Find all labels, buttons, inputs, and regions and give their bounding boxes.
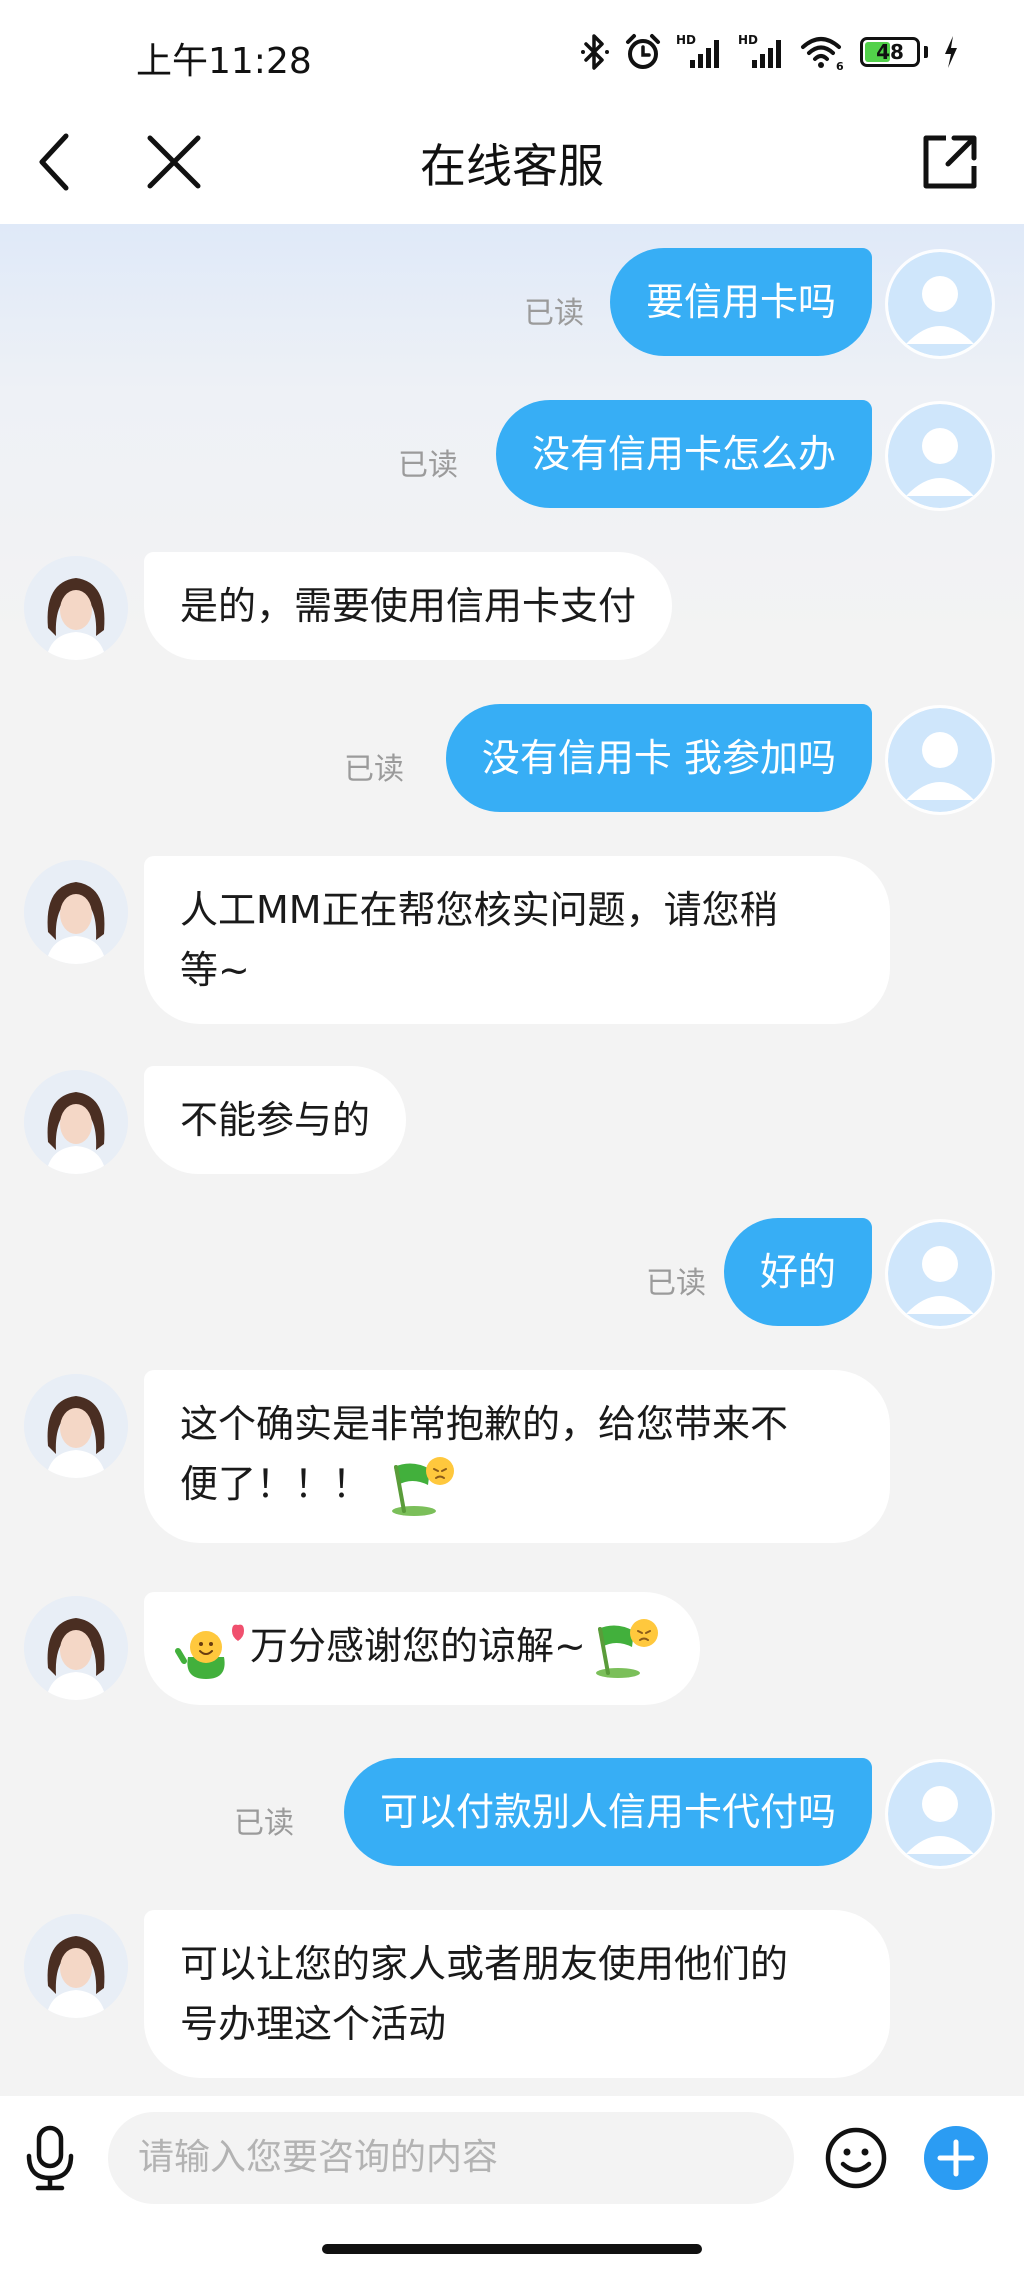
- message-bubble[interactable]: 没有信用卡怎么办: [495, 400, 872, 508]
- status-time: 上午11:28: [136, 41, 312, 82]
- message-line: 这个确实是非常抱歉的，给您带来不: [180, 1402, 789, 1446]
- svg-text:HD: HD: [738, 33, 758, 47]
- voice-button[interactable]: [10, 2118, 90, 2198]
- agent-avatar[interactable]: [24, 1914, 128, 2018]
- microphone-icon: [26, 2125, 74, 2191]
- message-line: 便了！！！: [180, 1454, 854, 1519]
- share-external-icon: [923, 135, 977, 189]
- smiley-icon: [825, 2127, 887, 2189]
- charging-bolt-icon: [945, 36, 957, 68]
- agent-avatar[interactable]: [24, 1070, 128, 1174]
- message-bubble[interactable]: 可以让您的家人或者朋友使用他们的 号办理这个活动: [144, 1910, 890, 2078]
- read-status: 已读: [344, 752, 404, 787]
- agent-avatar[interactable]: [24, 1374, 128, 1478]
- read-status: 已读: [234, 1806, 294, 1841]
- message-text: 便了！！！: [180, 1462, 371, 1506]
- message-line: 人工MM正在帮您核实问题，请您稍: [180, 888, 778, 932]
- bluetooth-icon: [581, 34, 609, 70]
- message-bubble[interactable]: 要信用卡吗: [609, 248, 872, 356]
- message-bubble[interactable]: 没有信用卡 我参加吗: [445, 704, 872, 812]
- svg-text:6: 6: [836, 60, 844, 72]
- agent-avatar[interactable]: [24, 556, 128, 660]
- wifi-icon: 6: [801, 37, 844, 72]
- page-title: 在线客服: [420, 139, 604, 193]
- read-status: 已读: [646, 1266, 706, 1301]
- message-line: 号办理这个活动: [180, 2002, 447, 2046]
- nav-bar: 在线客服: [0, 112, 1024, 224]
- battery-level: 48: [876, 40, 904, 64]
- user-avatar[interactable]: [888, 252, 992, 356]
- message-bubble[interactable]: 人工MM正在帮您核实问题，请您稍 等~: [144, 856, 890, 1024]
- message-bubble[interactable]: 这个确实是非常抱歉的，给您带来不 便了！！！: [144, 1370, 890, 1543]
- sorry-flag-emoji-icon: [392, 1456, 455, 1516]
- love-wave-emoji-icon: [175, 1624, 244, 1679]
- message-bubble[interactable]: 可以付款别人信用卡代付吗: [343, 1758, 872, 1866]
- message-line: 可以让您的家人或者朋友使用他们的: [180, 1942, 789, 1986]
- message-bubble[interactable]: 好的: [723, 1218, 872, 1326]
- message-text: 万分感谢您的谅解~: [250, 1624, 586, 1668]
- message-bubble[interactable]: 万分感谢您的谅解~: [144, 1592, 700, 1705]
- home-area: [0, 2216, 1024, 2276]
- input-bar: 请输入您要咨询的内容: [0, 2096, 1024, 2216]
- plus-icon: [924, 2126, 988, 2190]
- signal-hd-icon-2: HD: [738, 33, 781, 68]
- agent-avatar[interactable]: [24, 860, 128, 964]
- emoji-button[interactable]: [816, 2118, 896, 2198]
- status-icons: HD HD 6 48: [580, 30, 960, 74]
- message-bubble[interactable]: 不能参与的: [144, 1066, 407, 1174]
- read-status: 已读: [398, 448, 458, 483]
- home-indicator[interactable]: [322, 2244, 702, 2254]
- message-line: 等~: [180, 948, 250, 992]
- user-avatar[interactable]: [888, 1222, 992, 1326]
- signal-hd-icon-1: HD: [676, 33, 719, 68]
- alarm-icon: [626, 34, 660, 69]
- user-avatar[interactable]: [888, 404, 992, 508]
- svg-text:HD: HD: [676, 33, 696, 47]
- chat-message-list[interactable]: 已读 要信用卡吗 已读 没有信用卡怎么办 是的，需要使用信用卡支付 已读 没有信…: [0, 224, 1024, 2096]
- message-bubble[interactable]: 是的，需要使用信用卡支付: [144, 552, 673, 660]
- user-avatar[interactable]: [888, 1762, 992, 1866]
- message-input[interactable]: 请输入您要咨询的内容: [108, 2112, 794, 2204]
- agent-avatar[interactable]: [24, 1596, 128, 1700]
- user-avatar[interactable]: [888, 708, 992, 812]
- read-status: 已读: [524, 296, 584, 331]
- battery-indicator: 48: [860, 37, 928, 67]
- share-button[interactable]: [910, 122, 990, 202]
- add-button[interactable]: [916, 2118, 996, 2198]
- status-bar: 上午11:28 HD HD 6 48: [0, 0, 1024, 112]
- sorry-flag-emoji-icon: [595, 1618, 658, 1678]
